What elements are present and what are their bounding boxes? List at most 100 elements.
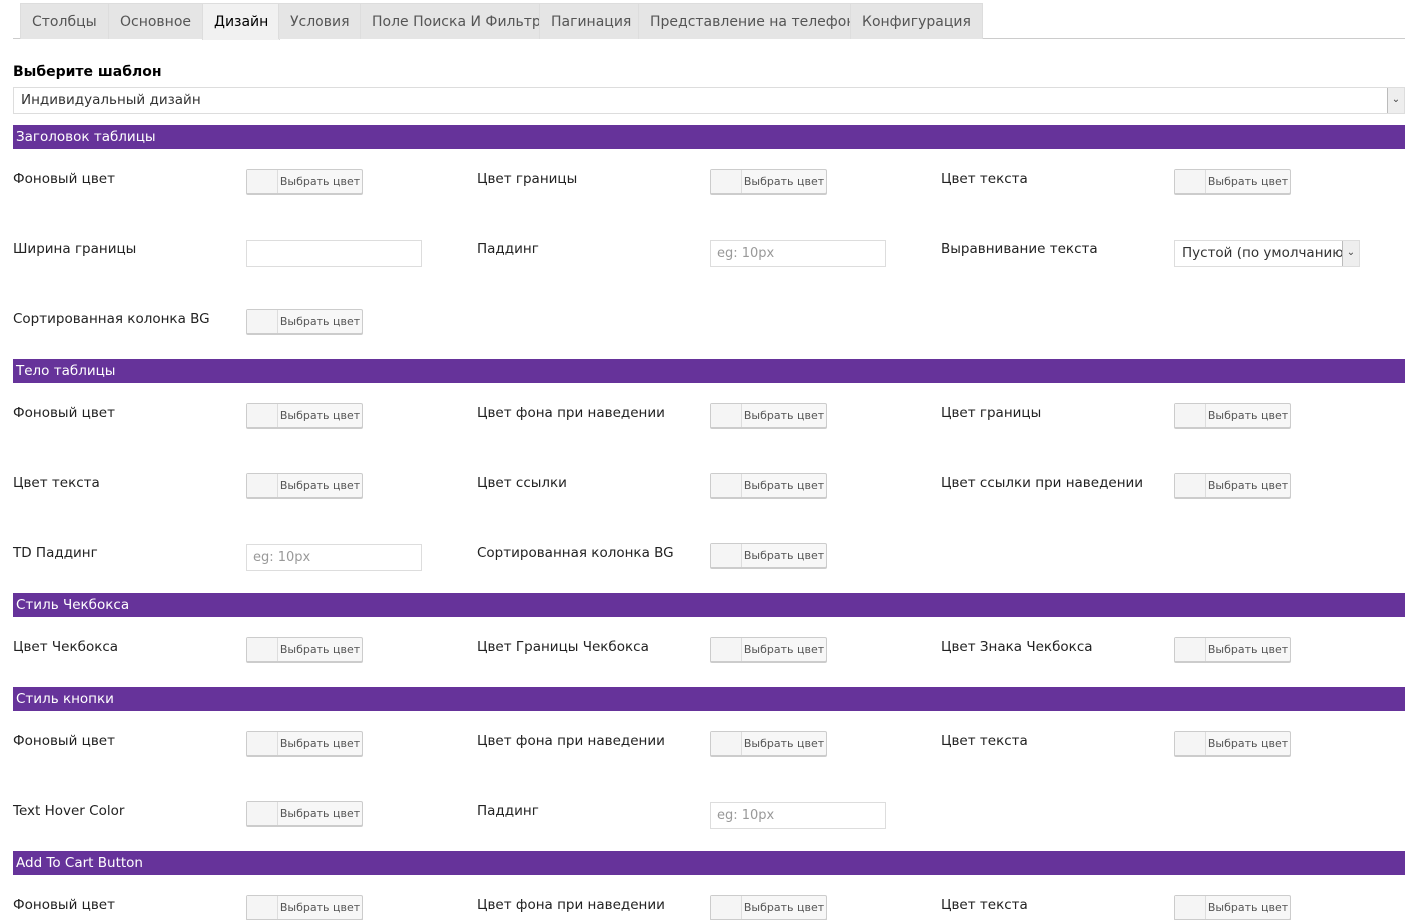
color-button-label: Выбрать цвет — [743, 549, 825, 562]
color-picker-button[interactable]: Выбрать цвет — [246, 731, 363, 756]
color-picker-button[interactable]: Выбрать цвет — [710, 403, 827, 428]
color-swatch — [247, 732, 278, 755]
color-swatch — [1175, 638, 1206, 661]
tab-3[interactable]: Условия — [278, 3, 362, 39]
color-picker-button[interactable]: Выбрать цвет — [246, 403, 363, 428]
color-picker-button[interactable]: Выбрать цвет — [1174, 637, 1291, 662]
tab-1[interactable]: Основное — [108, 3, 204, 39]
color-swatch — [711, 732, 742, 755]
text-input-field[interactable]: eg: 10px — [710, 802, 886, 829]
text-input[interactable] — [711, 803, 885, 828]
field-label: Text Hover Color — [13, 803, 125, 819]
color-picker-button[interactable]: Выбрать цвет — [710, 473, 827, 498]
text-input[interactable] — [711, 241, 885, 266]
color-picker-button[interactable]: Выбрать цвет — [1174, 403, 1291, 428]
color-picker-button[interactable]: Выбрать цвет — [246, 895, 363, 920]
color-button-label: Выбрать цвет — [279, 901, 361, 914]
select-value: Пустой (по умолчанию) — [1182, 245, 1349, 261]
field-label: Фоновый цвет — [13, 733, 115, 749]
field-label: Цвет Чекбокса — [13, 639, 119, 655]
text-align-select[interactable]: Пустой (по умолчанию) ⌄ — [1174, 240, 1360, 267]
field-label: Паддинг — [477, 241, 539, 257]
field-label: Цвет фона при наведении — [477, 733, 665, 749]
color-swatch — [711, 474, 742, 497]
color-button-label: Выбрать цвет — [1207, 175, 1289, 188]
tab-0[interactable]: Столбцы — [20, 3, 109, 39]
color-button-label: Выбрать цвет — [743, 643, 825, 656]
color-button-label: Выбрать цвет — [1207, 643, 1289, 656]
color-picker-button[interactable]: Выбрать цвет — [1174, 895, 1291, 920]
field-label: Ширина границы — [13, 241, 137, 257]
color-button-label: Выбрать цвет — [1207, 409, 1289, 422]
field-label: Цвет границы — [941, 405, 1042, 421]
field-label: Фоновый цвет — [13, 171, 115, 187]
section-header: Add To Cart Button — [13, 851, 1405, 875]
field-label: Цвет Знака Чекбокса — [941, 639, 1093, 655]
color-swatch — [1175, 404, 1206, 427]
tab-5[interactable]: Пагинация — [539, 3, 644, 39]
text-input[interactable] — [247, 241, 421, 266]
field-label: Выравнивание текста — [941, 241, 1098, 257]
section-header: Стиль кнопки — [13, 687, 1405, 711]
template-select-value: Индивидуальный дизайн — [21, 92, 201, 108]
color-swatch — [1175, 474, 1206, 497]
color-button-label: Выбрать цвет — [1207, 737, 1289, 750]
field-label: Фоновый цвет — [13, 897, 115, 913]
color-button-label: Выбрать цвет — [279, 479, 361, 492]
tab-7[interactable]: Конфигурация — [850, 3, 983, 39]
color-button-label: Выбрать цвет — [743, 737, 825, 750]
chevron-down-icon: ⌄ — [1387, 88, 1404, 113]
color-picker-button[interactable]: Выбрать цвет — [1174, 169, 1291, 194]
color-swatch — [1175, 170, 1206, 193]
color-picker-button[interactable]: Выбрать цвет — [710, 731, 827, 756]
field-label: Цвет Границы Чекбокса — [477, 639, 649, 655]
text-input-field[interactable]: eg: 10px — [246, 544, 422, 571]
color-button-label: Выбрать цвет — [279, 409, 361, 422]
color-picker-button[interactable]: Выбрать цвет — [1174, 473, 1291, 498]
tab-2[interactable]: Дизайн — [202, 3, 281, 40]
color-picker-button[interactable]: Выбрать цвет — [246, 637, 363, 662]
color-picker-button[interactable]: Выбрать цвет — [246, 473, 363, 498]
template-select[interactable]: Индивидуальный дизайн ⌄ — [13, 87, 1405, 114]
color-picker-button[interactable]: Выбрать цвет — [246, 801, 363, 826]
color-swatch — [247, 404, 278, 427]
color-swatch — [247, 896, 278, 919]
field-label: Цвет ссылки при наведении — [941, 475, 1144, 491]
color-picker-button[interactable]: Выбрать цвет — [710, 637, 827, 662]
field-label: Фоновый цвет — [13, 405, 115, 421]
color-picker-button[interactable]: Выбрать цвет — [246, 309, 363, 334]
text-input-field[interactable] — [246, 240, 422, 267]
section-header: Тело таблицы — [13, 359, 1405, 383]
color-picker-button[interactable]: Выбрать цвет — [710, 169, 827, 194]
chevron-down-icon: ⌄ — [1342, 241, 1359, 266]
field-label: Цвет текста — [941, 171, 1028, 187]
color-button-label: Выбрать цвет — [1207, 479, 1289, 492]
color-swatch — [247, 310, 278, 333]
text-input-field[interactable]: eg: 10px — [710, 240, 886, 267]
color-picker-button[interactable]: Выбрать цвет — [710, 543, 827, 568]
color-swatch — [711, 638, 742, 661]
tab-4[interactable]: Поле Поиска И Фильтр — [360, 3, 553, 39]
field-label: Цвет границы — [477, 171, 578, 187]
field-label: Цвет текста — [941, 733, 1028, 749]
color-swatch — [247, 474, 278, 497]
field-label: Цвет текста — [13, 475, 100, 491]
template-label: Выберите шаблон — [13, 64, 162, 80]
field-label: Цвет фона при наведении — [477, 405, 665, 421]
text-input[interactable] — [247, 545, 421, 570]
field-label: Сортированная колонка BG — [477, 545, 674, 561]
tab-6[interactable]: Представление на телефоне — [638, 3, 877, 39]
color-picker-button[interactable]: Выбрать цвет — [1174, 731, 1291, 756]
field-label: Цвет ссылки — [477, 475, 567, 491]
color-button-label: Выбрать цвет — [279, 315, 361, 328]
color-swatch — [247, 638, 278, 661]
field-label: TD Паддинг — [13, 545, 98, 561]
color-swatch — [711, 544, 742, 567]
color-button-label: Выбрать цвет — [743, 175, 825, 188]
color-picker-button[interactable]: Выбрать цвет — [710, 895, 827, 920]
color-swatch — [1175, 732, 1206, 755]
color-button-label: Выбрать цвет — [743, 479, 825, 492]
color-swatch — [1175, 896, 1206, 919]
color-swatch — [711, 170, 742, 193]
color-picker-button[interactable]: Выбрать цвет — [246, 169, 363, 194]
